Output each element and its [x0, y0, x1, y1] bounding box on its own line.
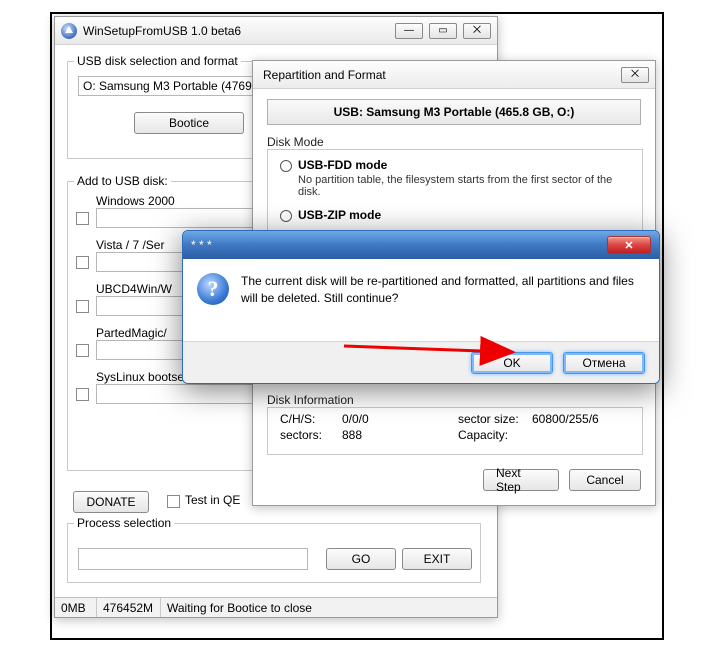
usb-banner: USB: Samsung M3 Portable (465.8 GB, O:) [267, 99, 641, 125]
repart-title: Repartition and Format [259, 68, 621, 82]
status-bar: 0MB 476452M Waiting for Bootice to close [55, 597, 497, 617]
repart-cancel-button[interactable]: Cancel [569, 469, 641, 491]
mode1-title: USB-FDD mode [298, 158, 387, 172]
next-step-button[interactable]: Next Step [483, 469, 559, 491]
checkbox-item-4[interactable] [76, 388, 89, 401]
test-label: Test in QE [185, 493, 240, 507]
checkbox-item-2[interactable] [76, 300, 89, 313]
go-button[interactable]: GO [326, 548, 396, 570]
path-item-0[interactable] [96, 208, 256, 228]
secsize-value: 60800/255/6 [532, 412, 599, 426]
close-button[interactable]: ⨉ [463, 23, 491, 39]
main-title: WinSetupFromUSB 1.0 beta6 [83, 24, 395, 38]
modal-ok-button[interactable]: OK [471, 352, 553, 374]
path-item-4[interactable] [96, 384, 256, 404]
checkbox-item-3[interactable] [76, 344, 89, 357]
modal-text: The current disk will be re-partitioned … [241, 273, 645, 307]
mode2-title: USB-ZIP mode [298, 208, 381, 222]
modal-cancel-button[interactable]: Отмена [563, 352, 645, 374]
confirm-dialog: * * * ✕ ? The current disk will be re-pa… [182, 230, 660, 384]
radio-usb-zip[interactable] [280, 210, 292, 222]
mode1-desc: No partition table, the filesystem start… [298, 174, 628, 198]
question-icon: ? [197, 273, 229, 305]
main-titlebar[interactable]: WinSetupFromUSB 1.0 beta6 — ▭ ⨉ [55, 17, 497, 45]
disk-info-group: C/H/S: 0/0/0 sectors: 888 sector size: 6… [267, 407, 643, 455]
checkbox-item-1[interactable] [76, 256, 89, 269]
capacity-label: Capacity: [458, 428, 508, 442]
modal-close-button[interactable]: ✕ [607, 236, 651, 254]
checkbox-item-0[interactable] [76, 212, 89, 225]
chs-label: C/H/S: [280, 412, 315, 426]
minimize-button[interactable]: — [395, 23, 423, 39]
chs-value: 0/0/0 [342, 412, 369, 426]
process-group: Process selection GO EXIT [67, 523, 481, 583]
exit-button[interactable]: EXIT [402, 548, 472, 570]
disk-mode-label: Disk Mode [267, 135, 324, 149]
list-item: Windows 2000 [96, 194, 175, 208]
status-cell-2: 476452M [97, 598, 161, 617]
status-cell-3: Waiting for Bootice to close [161, 598, 497, 617]
usb-selected-value: O: Samsung M3 Portable (476930 [83, 79, 265, 93]
usb-select-dropdown[interactable]: O: Samsung M3 Portable (476930 [78, 76, 268, 96]
list-item: Vista / 7 /Ser [96, 238, 164, 252]
bootice-button[interactable]: Bootice [134, 112, 244, 134]
donate-button[interactable]: DONATE [73, 491, 149, 513]
list-item: UBCD4Win/W [96, 282, 172, 296]
list-item: PartedMagic/ [96, 326, 167, 340]
sectors-label: sectors: [280, 428, 322, 442]
radio-usb-fdd[interactable] [280, 160, 292, 172]
test-checkbox[interactable] [167, 495, 180, 508]
sectors-value: 888 [342, 428, 362, 442]
app-icon [61, 23, 77, 39]
add-label: Add to USB disk: [74, 174, 171, 188]
repart-close-button[interactable]: ⨉ [621, 67, 649, 83]
repart-titlebar[interactable]: Repartition and Format ⨉ [253, 61, 655, 89]
maximize-button[interactable]: ▭ [429, 23, 457, 39]
secsize-label: sector size: [458, 412, 519, 426]
modal-titlebar[interactable]: * * * ✕ [183, 231, 659, 259]
process-label: Process selection [74, 516, 174, 530]
modal-title: * * * [191, 238, 607, 252]
process-progress [78, 548, 308, 570]
usb-select-label: USB disk selection and format [74, 54, 241, 68]
disk-info-label: Disk Information [267, 393, 354, 407]
status-cell-1: 0MB [55, 598, 97, 617]
